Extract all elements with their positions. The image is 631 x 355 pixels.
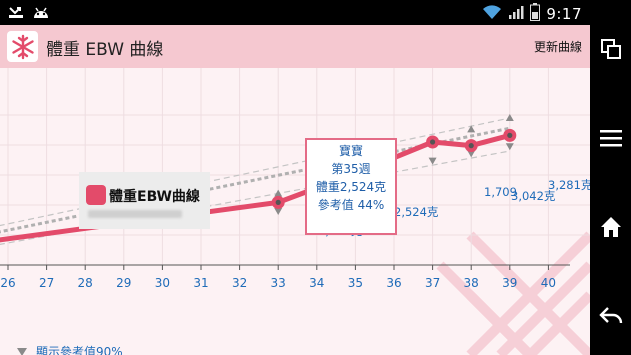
x-tick-label: 29: [116, 276, 131, 290]
missed-call-icon: [8, 4, 24, 23]
chart-grid: [0, 68, 590, 265]
tooltip-line-1: 寶寶: [338, 144, 363, 158]
watermark-logo: [436, 231, 590, 355]
x-tick-label: 28: [78, 276, 93, 290]
x-tick-label: 34: [309, 276, 324, 290]
x-axis: 26 27 28 29 30 31 32 33 34 35 36 37 38 39 40: [0, 264, 570, 290]
x-tick-label: 39: [502, 276, 517, 290]
clock: 9:17: [546, 5, 582, 23]
weight-point-center: [507, 132, 513, 138]
chart-area[interactable]: 2,044克2,524克1,7093,042克3,281克 2627282930…: [0, 68, 590, 355]
reference-marker-down: [428, 157, 437, 165]
x-tick-label: 37: [425, 276, 440, 290]
x-tick-label: 33: [271, 276, 286, 290]
menu-icon[interactable]: [598, 125, 624, 151]
weight-point-center: [468, 143, 474, 149]
app-card-title: 體重EBW曲線: [109, 189, 200, 205]
reference-marker-up: [274, 189, 283, 197]
weight-series: [0, 128, 517, 243]
weight-point-center: [430, 139, 436, 145]
weight-point-center: [275, 199, 281, 205]
x-tick-label: 32: [232, 276, 247, 290]
point-tooltip: 寶寶 第35週 體重2,524克 參考值 44%: [305, 138, 397, 235]
x-tick-label: 36: [386, 276, 401, 290]
app-card-subtitle-blurred: [88, 210, 182, 218]
page-title: 體重 EBW 曲線: [46, 40, 164, 60]
signal-icon: [508, 4, 524, 24]
app-card[interactable]: 體重EBW曲線: [79, 172, 210, 229]
android-icon: [32, 4, 50, 23]
data-label: 2,524克: [394, 205, 439, 219]
snowflake-logo-icon[interactable]: [7, 31, 38, 62]
scale-icon: [86, 185, 106, 205]
x-tick-label: 31: [193, 276, 208, 290]
weight-line: [0, 132, 511, 243]
x-tick-label: 40: [541, 276, 556, 290]
recent-apps-icon[interactable]: [598, 36, 624, 62]
x-tick-label: 30: [155, 276, 170, 290]
back-icon[interactable]: [598, 302, 624, 328]
reference-marker-down: [505, 143, 514, 151]
legend[interactable]: 顯示參考值90%: [16, 343, 123, 355]
triangle-down-icon: [17, 347, 27, 355]
app-screen: 體重 EBW 曲線 更新曲線 2,044克2,524克1,7093,042克3,…: [0, 25, 590, 355]
x-tick-label: 27: [39, 276, 54, 290]
tooltip-line-3: 體重2,524克: [315, 180, 387, 194]
action-bar: 體重 EBW 曲線 更新曲線: [0, 25, 590, 69]
legend-label: 顯示參考值90%: [36, 345, 123, 355]
x-tick-label: 38: [464, 276, 479, 290]
battery-icon: [530, 3, 541, 25]
reference-marker-down: [274, 208, 283, 215]
wifi-icon: [482, 4, 502, 24]
home-icon[interactable]: [598, 214, 624, 240]
update-curve-button[interactable]: 更新曲線: [534, 38, 582, 55]
status-bar: 9:17: [0, 0, 590, 25]
x-tick-label: 26: [0, 276, 15, 290]
data-label: 3,281克: [548, 178, 590, 192]
tooltip-line-4: 參考值 44%: [317, 198, 385, 212]
x-tick-label: 35: [348, 276, 363, 290]
navigation-bar: [590, 0, 631, 355]
tooltip-line-2: 第35週: [331, 162, 371, 176]
